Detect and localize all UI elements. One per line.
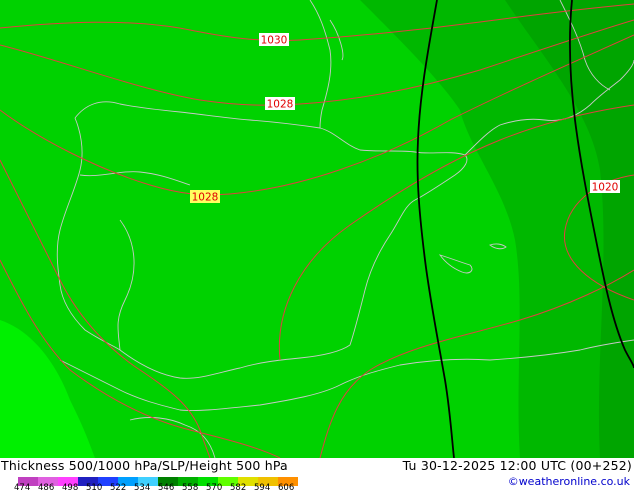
scale-tick-label: 534 [134,483,151,493]
map-valid-time: Tu 30-12-2025 12:00 UTC (00+252) [402,458,632,473]
isobar-label-1030: 1030 [259,33,289,47]
scale-tick-label: 546 [158,483,175,493]
scale-tick-label: 486 [38,483,55,493]
svg-text:1020: 1020 [592,182,619,194]
credit-link[interactable]: ©weatheronline.co.uk [508,475,630,488]
svg-text:1028: 1028 [267,99,294,111]
scale-tick-label: 606 [278,483,295,493]
svg-text:1030: 1030 [261,35,288,47]
scale-tick-label: 498 [62,483,79,493]
scale-tick-label: 558 [182,483,199,493]
scale-tick-label: 510 [86,483,103,493]
scale-tick-label: 582 [230,483,247,493]
scale-tick-label: 594 [254,483,271,493]
color-scale: 474 486 498 510 522 534 546 558 570 582 594 606 [14,472,308,493]
isobar-label-1028-central: 1028 [190,190,220,204]
scale-tick-label: 522 [110,483,127,493]
scale-tick-label: 570 [206,483,223,493]
scale-tick-label: 474 [14,483,31,493]
weather-map: 1030 1028 1028 1020 [0,0,634,458]
isobar-label-1020: 1020 [590,180,620,194]
svg-text:1028: 1028 [192,192,219,204]
map-title: Thickness 500/1000 hPa/SLP/Height 500 hP… [1,458,288,473]
footer: Thickness 500/1000 hPa/SLP/Height 500 hP… [0,458,634,493]
isobar-label-1028-north: 1028 [265,97,295,111]
